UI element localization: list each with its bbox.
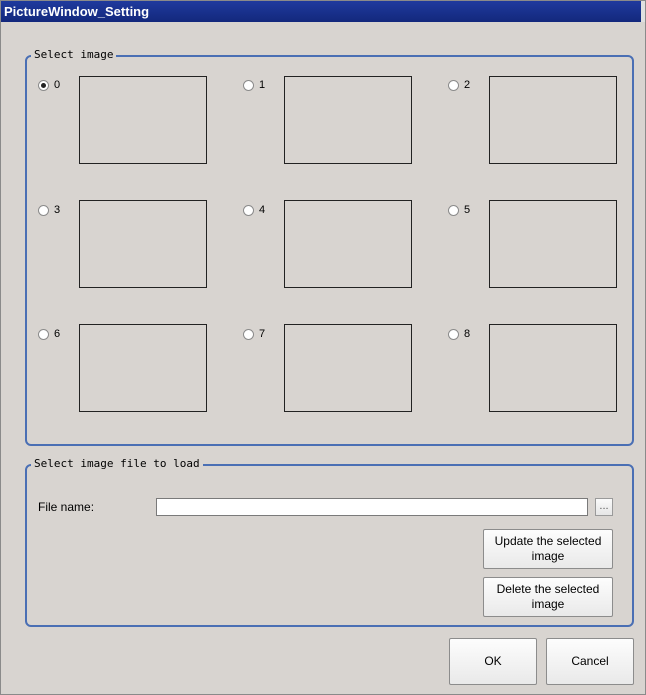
ellipsis-icon: ... xyxy=(599,500,609,512)
image-thumbnail-1[interactable] xyxy=(284,76,412,164)
radio-button-6[interactable] xyxy=(38,329,49,340)
radio-button-1[interactable] xyxy=(243,80,254,91)
image-thumbnail-6[interactable] xyxy=(79,324,207,412)
radio-button-2[interactable] xyxy=(448,80,459,91)
ok-button-label: OK xyxy=(484,654,502,668)
radio-button-3[interactable] xyxy=(38,205,49,216)
image-option-label: 0 xyxy=(54,79,61,91)
image-option-label: 8 xyxy=(464,328,471,340)
image-thumbnail-8[interactable] xyxy=(489,324,617,412)
image-option-label: 2 xyxy=(464,79,471,91)
radio-button-4[interactable] xyxy=(243,205,254,216)
update-selected-image-button[interactable]: Update the selected image xyxy=(483,529,613,569)
image-thumbnail-0[interactable] xyxy=(79,76,207,164)
radio-button-0[interactable] xyxy=(38,80,49,91)
dialog-window: PictureWindow_Setting Select image 0 1 2… xyxy=(0,0,646,695)
image-option-label: 5 xyxy=(464,204,471,216)
radio-button-5[interactable] xyxy=(448,205,459,216)
image-option-label: 7 xyxy=(259,328,266,340)
image-option-label: 1 xyxy=(259,79,266,91)
cancel-button[interactable]: Cancel xyxy=(546,638,634,685)
image-thumbnail-4[interactable] xyxy=(284,200,412,288)
ok-button[interactable]: OK xyxy=(449,638,537,685)
title-bar-edge xyxy=(641,1,645,22)
file-name-label: File name: xyxy=(38,500,95,514)
image-option-4[interactable]: 4 xyxy=(243,204,265,217)
radio-button-7[interactable] xyxy=(243,329,254,340)
file-name-input[interactable] xyxy=(156,498,588,516)
image-option-2[interactable]: 2 xyxy=(448,79,470,92)
image-option-6[interactable]: 6 xyxy=(38,328,60,341)
delete-selected-image-button[interactable]: Delete the selected image xyxy=(483,577,613,617)
image-option-label: 6 xyxy=(54,328,61,340)
image-thumbnail-3[interactable] xyxy=(79,200,207,288)
image-option-5[interactable]: 5 xyxy=(448,204,470,217)
image-option-1[interactable]: 1 xyxy=(243,79,265,92)
select-image-legend: Select image xyxy=(31,48,117,62)
image-option-7[interactable]: 7 xyxy=(243,328,265,341)
image-thumbnail-5[interactable] xyxy=(489,200,617,288)
image-thumbnail-2[interactable] xyxy=(489,76,617,164)
update-button-label: Update the selected image xyxy=(494,534,602,563)
image-option-3[interactable]: 3 xyxy=(38,204,60,217)
cancel-button-label: Cancel xyxy=(571,654,609,668)
image-option-label: 4 xyxy=(259,204,266,216)
window-title: PictureWindow_Setting xyxy=(4,4,150,19)
radio-button-8[interactable] xyxy=(448,329,459,340)
image-option-0[interactable]: 0 xyxy=(38,79,60,92)
browse-button[interactable]: ... xyxy=(595,498,613,516)
load-file-legend: Select image file to load xyxy=(31,457,203,471)
image-option-label: 3 xyxy=(54,204,61,216)
delete-button-label: Delete the selected image xyxy=(496,582,600,611)
image-thumbnail-7[interactable] xyxy=(284,324,412,412)
title-bar[interactable]: PictureWindow_Setting xyxy=(1,1,645,22)
image-option-8[interactable]: 8 xyxy=(448,328,470,341)
